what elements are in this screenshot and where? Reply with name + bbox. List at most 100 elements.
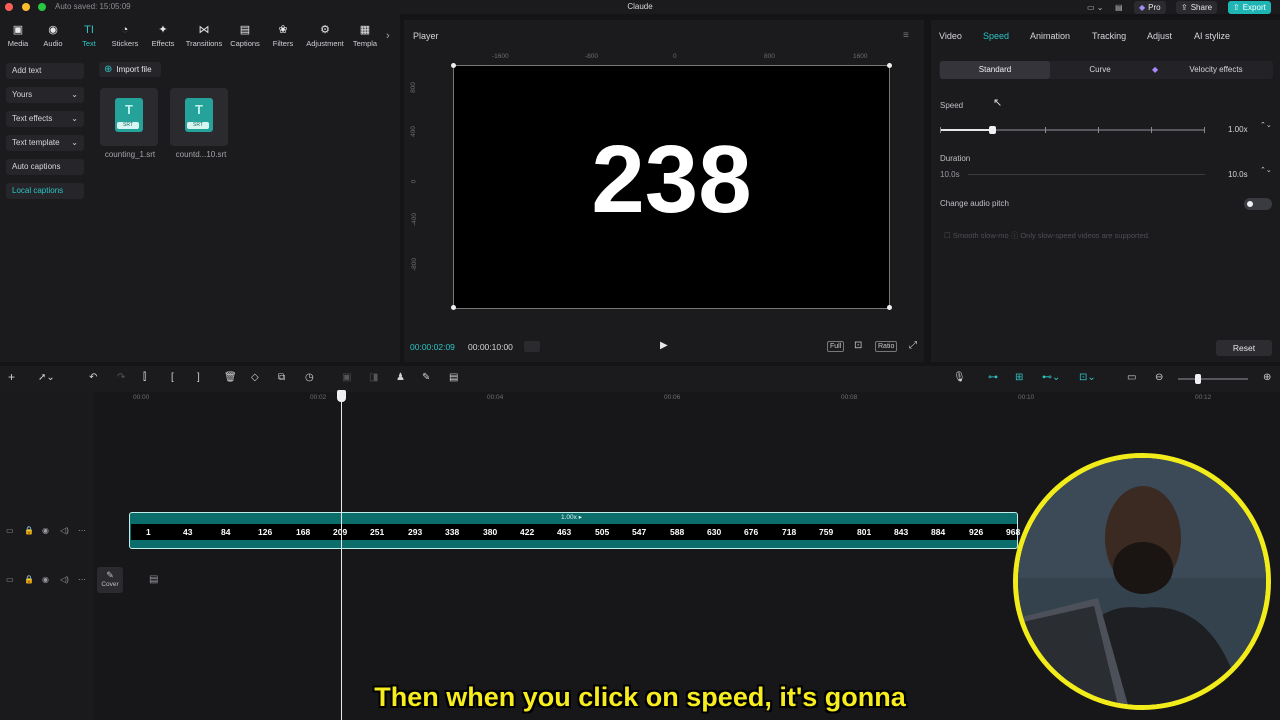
play-button[interactable]: ▶: [660, 340, 668, 351]
captions-icon: ▤: [239, 24, 251, 36]
segment-curve[interactable]: Curve: [1050, 61, 1150, 79]
player-menu-icon[interactable]: ≡: [903, 30, 909, 41]
toolbar-item-adjustment[interactable]: ⚙ Adjustment: [305, 24, 345, 48]
tab-animation[interactable]: Animation: [1030, 31, 1070, 41]
resize-handle[interactable]: [887, 63, 892, 68]
segment-velocity-effects[interactable]: Velocity effects: [1164, 61, 1268, 79]
speed-value[interactable]: 1.00x: [1228, 125, 1248, 134]
toolbar-item-filters[interactable]: ❀ Filters: [263, 24, 303, 48]
marker-icon[interactable]: ◇: [251, 372, 259, 383]
import-file-button[interactable]: ⊕ Import file: [99, 62, 161, 77]
clip-frame-label: 884: [931, 527, 946, 537]
person-icon[interactable]: ♟: [396, 372, 405, 383]
undo-icon[interactable]: ↶: [89, 372, 97, 383]
tab-adjust[interactable]: Adjust: [1147, 31, 1172, 41]
lock-icon[interactable]: 🔒: [24, 526, 34, 535]
lock-icon[interactable]: 🔒: [24, 575, 34, 584]
redo-icon: ↷: [117, 372, 126, 383]
freeze-icon: ▣: [342, 372, 352, 383]
zoom-slider[interactable]: [1178, 378, 1248, 380]
zoom-in-icon[interactable]: ⊕: [1263, 372, 1271, 383]
tab-ai-stylize[interactable]: AI stylize: [1194, 31, 1230, 41]
category-text-template[interactable]: Text template ⌄: [6, 135, 84, 151]
category-yours[interactable]: Yours ⌄: [6, 87, 84, 103]
magic-icon[interactable]: ✎: [422, 372, 430, 383]
category-local-captions[interactable]: Local captions: [6, 183, 84, 199]
clip-frame-label: 126: [258, 527, 273, 537]
resize-handle[interactable]: [451, 63, 456, 68]
counter-number: 238: [591, 126, 752, 233]
ratio-button[interactable]: Ratio: [875, 341, 898, 352]
toolbar-item-label: Filters: [272, 39, 294, 48]
speed-stepper-icon[interactable]: ⌃⌄: [1260, 122, 1272, 129]
speed-curve-icon[interactable]: ◷: [305, 372, 314, 383]
segment-standard[interactable]: Standard: [940, 61, 1050, 79]
ruler-tick: 0: [673, 53, 677, 60]
speed-slider-handle[interactable]: [989, 126, 996, 134]
time-ruler-tick: 00:00: [133, 394, 150, 401]
hd-icon[interactable]: ▤: [449, 372, 458, 383]
playhead-handle[interactable]: [337, 390, 346, 402]
clip-frame-label: 759: [819, 527, 834, 537]
time-ruler-tick: 00:12: [1195, 394, 1212, 401]
microphone-icon[interactable]: 🎙: [953, 372, 966, 383]
mirror-icon: ◨: [369, 372, 379, 383]
timecode-toggle[interactable]: [524, 341, 540, 352]
toolbar-item-audio[interactable]: ◉ Audio: [33, 24, 73, 48]
add-track-icon[interactable]: +: [8, 370, 15, 384]
eye-icon[interactable]: ◉: [42, 575, 49, 584]
toolbar-item-templa[interactable]: ▦ Templa: [345, 24, 385, 48]
duration-stepper-icon[interactable]: ⌃⌄: [1260, 167, 1272, 174]
select-tool-icon[interactable]: ➚⌄: [38, 372, 55, 383]
export-button[interactable]: ⇧ Export: [1228, 1, 1271, 14]
caption-icon[interactable]: ▭: [1127, 372, 1136, 383]
resize-handle[interactable]: [887, 305, 892, 310]
category-auto-captions[interactable]: Auto captions: [6, 159, 84, 175]
more-icon[interactable]: ⋯: [78, 575, 86, 584]
split-icon[interactable]: ⫿: [143, 372, 146, 383]
speaker-icon[interactable]: ◁): [60, 575, 69, 584]
zoom-fit-icon[interactable]: ⊡: [852, 341, 864, 352]
zoom-out-icon[interactable]: ⊖: [1155, 372, 1163, 383]
more-icon[interactable]: ⋯: [78, 526, 86, 535]
pro-button[interactable]: ◆ Pro: [1134, 1, 1166, 14]
playhead[interactable]: [341, 392, 342, 720]
file-card-countdown-10[interactable]: T SRT: [170, 88, 228, 146]
resize-handle[interactable]: [451, 305, 456, 310]
fullscreen-icon[interactable]: ⤢: [907, 341, 919, 352]
speaker-icon[interactable]: ◁): [60, 526, 69, 535]
toolbar-item-text[interactable]: TI Text: [69, 24, 109, 48]
video-subtitle: Then when you click on speed, it's gonna: [374, 682, 906, 712]
duration-left-value: 10.0s: [940, 170, 960, 179]
clip-frame-label: 801: [857, 527, 872, 537]
zoom-slider-handle[interactable]: [1195, 374, 1201, 384]
eye-icon[interactable]: ◉: [42, 526, 49, 535]
link-icon[interactable]: ⊶: [988, 372, 998, 383]
category-add-text[interactable]: Add text: [6, 63, 84, 79]
full-quality-button[interactable]: Full: [827, 341, 845, 352]
duration-value[interactable]: 10.0s: [1228, 170, 1248, 179]
trim-right-icon[interactable]: ]: [197, 372, 200, 383]
tab-video[interactable]: Video: [939, 31, 962, 41]
shortcut-icon[interactable]: ▤: [1110, 1, 1128, 14]
tab-speed[interactable]: Speed: [983, 31, 1009, 41]
track-headers: [0, 392, 94, 720]
preview-axis-icon[interactable]: ⊡⌄: [1079, 372, 1096, 383]
toolbar-item-captions[interactable]: ▤ Captions: [225, 24, 265, 48]
toolbar-item-effects[interactable]: ✦ Effects: [143, 24, 183, 48]
reset-button[interactable]: Reset: [1216, 340, 1272, 356]
share-button[interactable]: ⇪ Share: [1176, 1, 1218, 14]
toolbar-item-transitions[interactable]: ⋈ Transitions: [184, 24, 224, 48]
trim-left-icon[interactable]: [: [171, 372, 174, 383]
category-text-effects[interactable]: Text effects ⌄: [6, 111, 84, 127]
file-card-counting-1[interactable]: T SRT: [100, 88, 158, 146]
toolbar-item-stickers[interactable]: ◔ Stickers: [105, 24, 145, 48]
cover-button[interactable]: ✎ Cover: [97, 567, 123, 593]
delete-icon[interactable]: 🗑: [224, 372, 237, 383]
toolbar-more-icon[interactable]: ›: [386, 30, 390, 42]
snap-icon[interactable]: ⊷⌄: [1042, 372, 1060, 383]
magnet-icon[interactable]: ⊞: [1015, 372, 1023, 383]
layout-icon[interactable]: ▭ ⌄: [1082, 1, 1108, 14]
tab-tracking[interactable]: Tracking: [1092, 31, 1126, 41]
crop-icon[interactable]: ⧉: [278, 372, 285, 383]
